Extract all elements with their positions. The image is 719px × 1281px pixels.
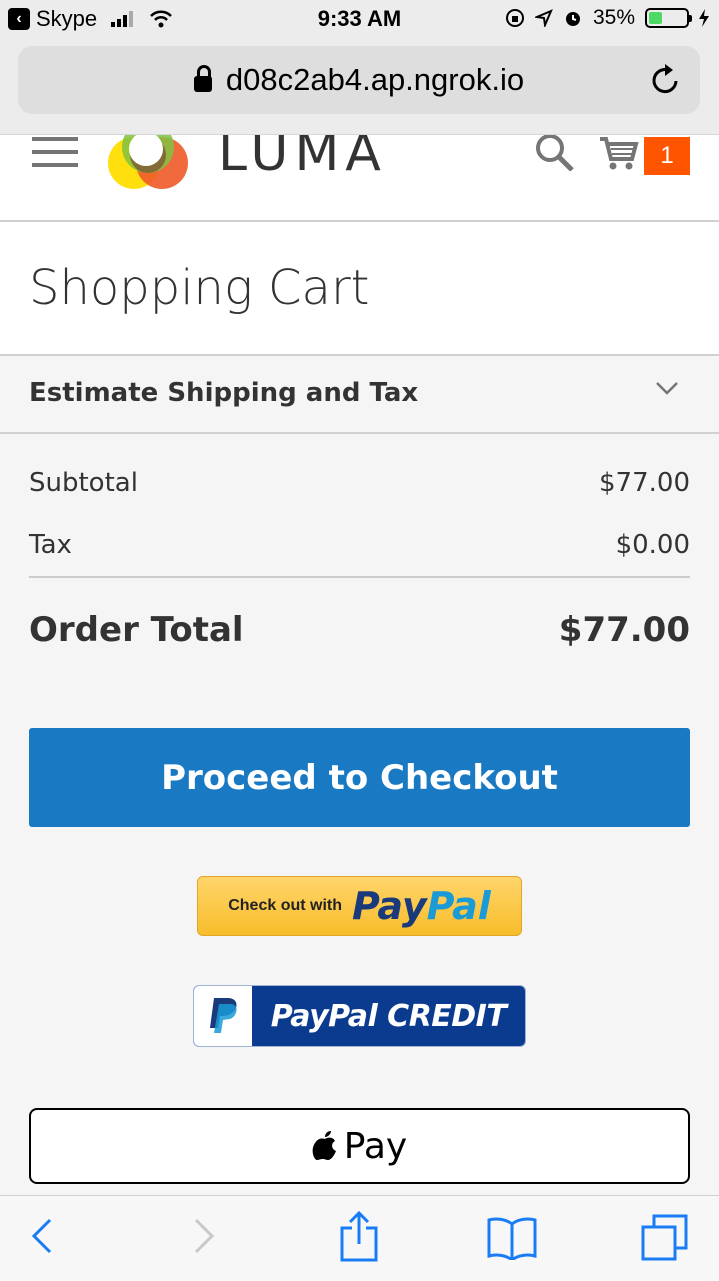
chevron-down-icon[interactable] [655,380,679,396]
paypal-logo: PayPal [352,884,491,928]
location-icon [534,9,553,27]
apple-pay-label: Pay [343,1125,408,1167]
search-icon[interactable] [534,135,576,171]
apple-pay-button[interactable]: Pay [29,1108,690,1184]
site-header: LUMA 1 [0,135,719,222]
subtotal-value: $77.00 [599,468,690,498]
luma-logo[interactable] [106,135,192,195]
proceed-to-checkout-button[interactable]: Proceed to Checkout [29,728,690,827]
tax-value: $0.00 [615,530,690,560]
subtotal-row: Subtotal $77.00 [29,468,690,498]
paypal-p-icon [194,986,252,1046]
divider [29,576,690,578]
battery-percent: 35% [592,6,635,29]
order-total-value: $77.00 [558,610,690,650]
status-right: 35% [505,6,709,30]
estimate-shipping-label[interactable]: Estimate Shipping and Tax [29,378,418,408]
reload-icon[interactable] [650,63,682,97]
lock-icon [193,65,212,92]
cart-count-badge[interactable]: 1 [644,137,690,175]
tax-label: Tax [29,530,72,560]
bookmarks-icon[interactable] [486,1216,538,1260]
status-bar: ‹ Skype 9:33 AM 35% [0,0,719,40]
browser-toolbar [0,1195,719,1281]
orientation-lock-icon [505,9,524,27]
brand-name: LUMA [218,135,387,183]
order-total-row: Order Total $77.00 [29,610,690,650]
alarm-icon [565,12,580,26]
tabs-icon[interactable] [640,1214,690,1262]
forward-icon[interactable] [192,1216,216,1256]
battery-level [649,12,662,24]
url-text[interactable]: d08c2ab4.ap.ngrok.io [226,62,524,98]
paypal-credit-label: PayPal CREDIT [270,998,507,1034]
cart-icon[interactable] [598,135,640,171]
paypal-checkout-button[interactable]: Check out with PayPal [197,876,522,936]
apple-logo-icon [312,1131,336,1160]
menu-icon[interactable] [32,137,78,176]
battery-icon [645,8,692,28]
page-title: Shopping Cart [29,260,370,316]
estimate-shipping-toggle[interactable]: Estimate Shipping and Tax [0,356,719,434]
order-total-label: Order Total [29,610,244,650]
paypal-credit-button[interactable]: PayPal CREDIT [193,985,526,1047]
title-section: Shopping Cart [0,222,719,356]
back-icon[interactable] [30,1216,54,1256]
charging-icon [699,9,709,27]
paypal-prefix: Check out with [228,897,342,914]
share-icon[interactable] [338,1210,380,1262]
subtotal-label: Subtotal [29,468,138,498]
tax-row: Tax $0.00 [29,530,690,560]
browser-address-area: d08c2ab4.ap.ngrok.io [0,40,719,135]
url-bar[interactable]: d08c2ab4.ap.ngrok.io [18,46,700,114]
